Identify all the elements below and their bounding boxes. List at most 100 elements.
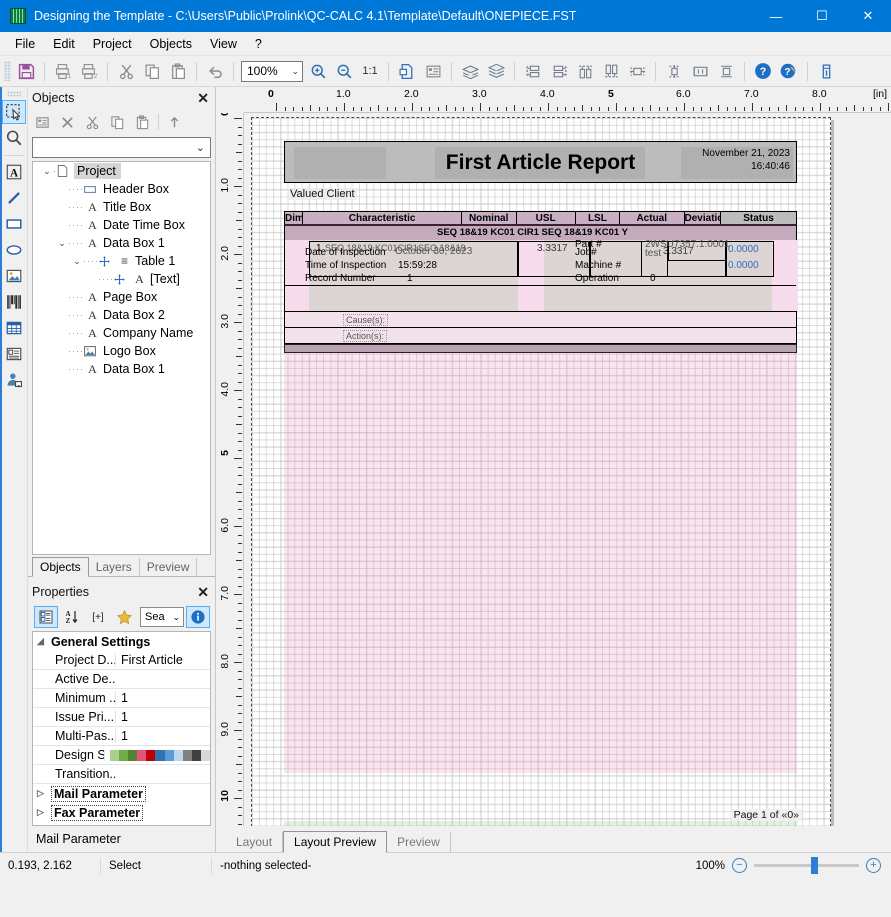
- categorized-view-icon[interactable]: [34, 606, 58, 628]
- cause-row[interactable]: Cause(s):: [284, 312, 797, 328]
- triangle-right-icon[interactable]: ▷: [37, 807, 51, 818]
- property-row[interactable]: Transition...: [33, 765, 210, 784]
- zoom-out-icon[interactable]: [331, 58, 357, 84]
- delete-icon[interactable]: [55, 111, 80, 133]
- print-icon[interactable]: 1: [50, 58, 76, 84]
- center-horizontal-icon[interactable]: [624, 58, 650, 84]
- toolstrip-grip[interactable]: [6, 91, 21, 97]
- table-header-lsl[interactable]: LSL: [576, 212, 620, 224]
- table-header-dim[interactable]: Dim: [285, 212, 304, 224]
- tree-item-company-name[interactable]: ···· A Company Name: [33, 324, 210, 342]
- property-row[interactable]: Design S...: [33, 746, 210, 765]
- property-value[interactable]: First Article: [115, 653, 210, 667]
- property-row[interactable]: Active De...: [33, 670, 210, 689]
- horizontal-ruler[interactable]: 0 1.0 2.0 3.0 4.0 5 6.0 7.0 8.0 [in]: [244, 87, 891, 113]
- header-box[interactable]: First Article Report November 21, 2023 1…: [284, 141, 797, 183]
- close-icon[interactable]: ✕: [197, 90, 209, 107]
- help-icon[interactable]: ?: [750, 58, 776, 84]
- panel-tab-preview[interactable]: Preview: [140, 558, 198, 576]
- object-list-icon[interactable]: [420, 58, 446, 84]
- tree-item-date-time-box[interactable]: ···· A Date Time Box: [33, 216, 210, 234]
- new-page-icon[interactable]: [394, 58, 420, 84]
- property-value[interactable]: 1: [115, 691, 210, 705]
- property-search-input[interactable]: Sea ⌄: [140, 607, 184, 627]
- info-icon[interactable]: [813, 58, 839, 84]
- tree-item-data-box-2[interactable]: ···· A Data Box 2: [33, 306, 210, 324]
- tree-item-logo-box[interactable]: ···· Logo Box: [33, 342, 210, 360]
- menu-file[interactable]: File: [6, 34, 44, 54]
- align-top-icon[interactable]: [572, 58, 598, 84]
- paste-icon[interactable]: [165, 58, 191, 84]
- zoom-combo[interactable]: 100% ⌄: [241, 60, 303, 82]
- view-tab-layout-preview[interactable]: Layout Preview: [283, 831, 388, 853]
- move-handle-icon[interactable]: [99, 255, 116, 267]
- table-object-tool-button[interactable]: [2, 316, 26, 340]
- company-name-field[interactable]: Valued Client: [288, 188, 357, 200]
- move-up-icon[interactable]: [162, 111, 187, 133]
- picture-object-tool-button[interactable]: [2, 264, 26, 288]
- report-container-tool-button[interactable]: [2, 368, 26, 392]
- send-to-back-icon[interactable]: [483, 58, 509, 84]
- table-header-actual[interactable]: Actual: [620, 212, 685, 224]
- tree-item-header-box[interactable]: ···· Header Box: [33, 180, 210, 198]
- undo-icon[interactable]: [202, 58, 228, 84]
- tree-item-project[interactable]: ⌄ · Project: [33, 162, 210, 180]
- zoom-slider-track[interactable]: [754, 857, 859, 874]
- objects-tree[interactable]: ⌄ · Project ···· Header Box ···· A Title Box ···…: [32, 161, 211, 555]
- action-row[interactable]: Action(s):: [284, 328, 797, 344]
- menu-edit[interactable]: Edit: [44, 34, 84, 54]
- page-sheet[interactable]: First Article Report November 21, 2023 1…: [251, 117, 831, 826]
- properties-list[interactable]: ◢ General Settings Project D... First Artic…: [32, 631, 211, 826]
- close-icon[interactable]: ✕: [197, 584, 209, 601]
- menu-help[interactable]: ?: [246, 34, 271, 54]
- expand-all-icon[interactable]: [+]: [86, 606, 110, 628]
- property-value[interactable]: 1: [115, 729, 210, 743]
- center-vertical-icon[interactable]: [661, 58, 687, 84]
- table-data-zone[interactable]: 1 SEQ 18&19 KC01CIR1SEQ 18&19 3.3317 3.3…: [284, 239, 798, 312]
- rectangle-object-tool-button[interactable]: [2, 212, 26, 236]
- zoom-out-button[interactable]: −: [732, 858, 747, 873]
- align-bottom-icon[interactable]: [598, 58, 624, 84]
- report-table[interactable]: Dim Characteristic Nominal USL LSL Actual Devi…: [284, 211, 798, 353]
- triangle-right-icon[interactable]: ▷: [37, 788, 51, 799]
- same-width-icon[interactable]: [687, 58, 713, 84]
- tree-item-title-box[interactable]: ···· A Title Box: [33, 198, 210, 216]
- property-group-fax-parameter[interactable]: ▷ Fax Parameter: [33, 803, 210, 822]
- chevron-down-icon[interactable]: ⌄: [56, 238, 68, 249]
- zoom-reset-icon[interactable]: 1:1: [357, 58, 383, 84]
- copy-icon[interactable]: [105, 111, 130, 133]
- design-canvas[interactable]: First Article Report November 21, 2023 1…: [244, 113, 891, 826]
- table-header-nominal[interactable]: Nominal: [462, 212, 517, 224]
- save-button[interactable]: [13, 58, 39, 84]
- maximize-button[interactable]: ☐: [799, 0, 845, 32]
- form-control-tool-button[interactable]: [2, 342, 26, 366]
- panel-tab-layers[interactable]: Layers: [89, 558, 140, 576]
- view-tab-preview[interactable]: Preview: [387, 832, 451, 852]
- tree-item-data-box-1[interactable]: ···· A Data Box 1: [33, 360, 210, 378]
- context-help-icon[interactable]: ?: [776, 58, 802, 84]
- properties-icon[interactable]: [30, 111, 55, 133]
- menu-project[interactable]: Project: [84, 34, 141, 54]
- alphabetical-sort-icon[interactable]: AZ: [60, 606, 84, 628]
- info-icon[interactable]: [186, 606, 210, 628]
- minimize-button[interactable]: —: [753, 0, 799, 32]
- view-tab-layout[interactable]: Layout: [226, 832, 284, 852]
- table-header-status[interactable]: Status: [721, 212, 796, 224]
- menu-objects[interactable]: Objects: [141, 34, 201, 54]
- menu-view[interactable]: View: [201, 34, 246, 54]
- zoom-in-icon[interactable]: [305, 58, 331, 84]
- table-header-characteristic[interactable]: Characteristic: [303, 212, 462, 224]
- tree-item-page-box[interactable]: ···· A Page Box: [33, 288, 210, 306]
- tree-item-data-box-1[interactable]: ⌄ ···· A Data Box 1: [33, 234, 210, 252]
- toolbar-grip[interactable]: [4, 61, 11, 81]
- zoom-in-button[interactable]: +: [866, 858, 881, 873]
- property-row[interactable]: Issue Pri... 1: [33, 708, 210, 727]
- copy-icon[interactable]: [139, 58, 165, 84]
- property-value[interactable]: 1: [115, 710, 210, 724]
- property-group-mail-parameter[interactable]: ▷ Mail Parameter: [33, 784, 210, 803]
- zoom-slider-thumb[interactable]: [811, 857, 818, 874]
- paste-icon[interactable]: [130, 111, 155, 133]
- chevron-down-icon[interactable]: ⌄: [41, 166, 53, 177]
- tree-item-table-1[interactable]: ⌄ ···· ≡ Table 1: [33, 252, 210, 270]
- vertical-ruler[interactable]: 01.02.03.04.056.07.08.09.010[in]: [216, 113, 244, 826]
